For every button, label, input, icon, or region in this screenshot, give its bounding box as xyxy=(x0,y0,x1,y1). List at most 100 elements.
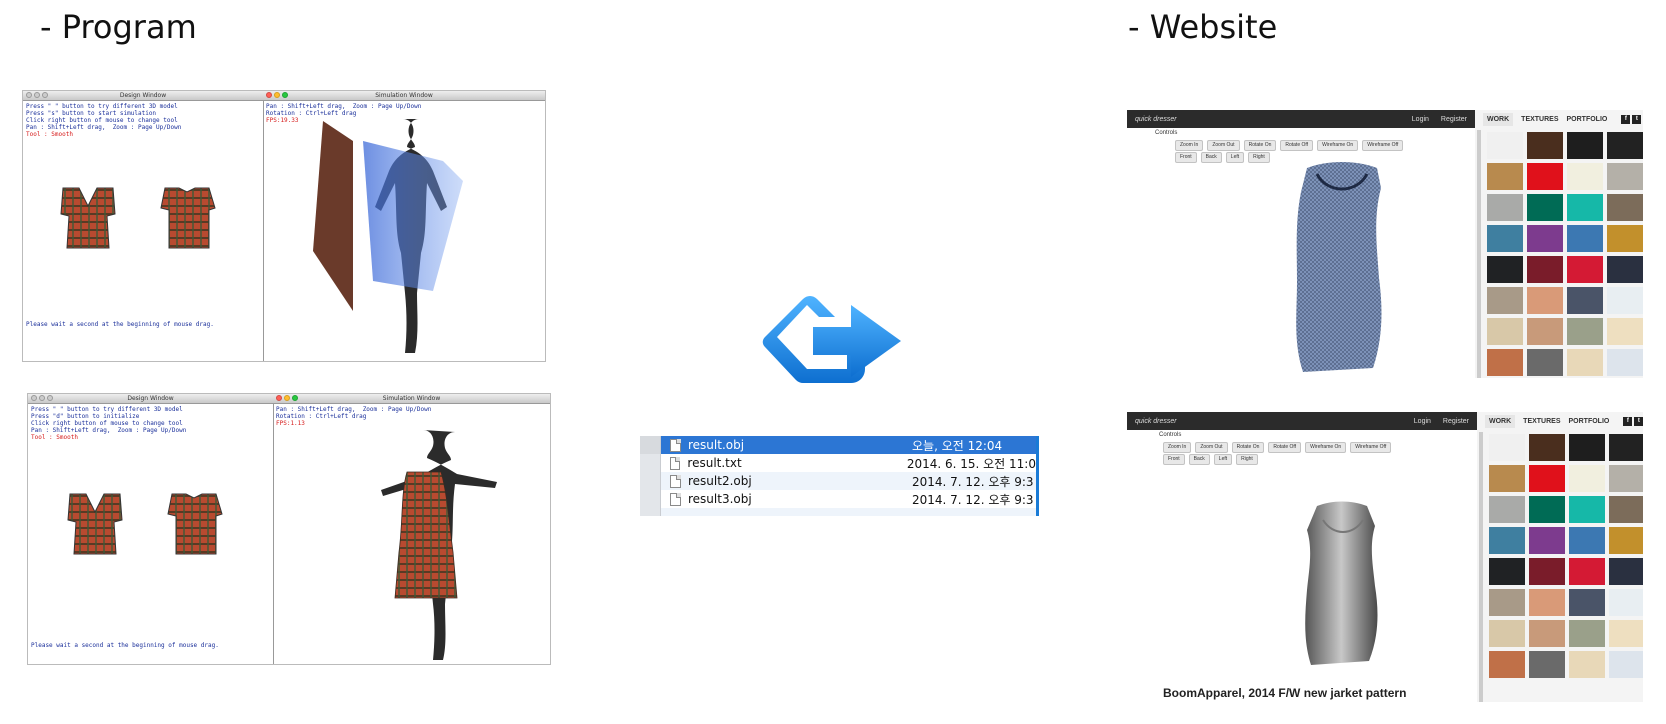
texture-swatch[interactable] xyxy=(1607,163,1643,190)
window-controls[interactable] xyxy=(266,92,288,98)
window-controls[interactable] xyxy=(276,395,298,401)
wireframe-off-button[interactable]: Wireframe Off xyxy=(1362,140,1404,151)
texture-swatch[interactable] xyxy=(1489,589,1525,616)
texture-swatch[interactable] xyxy=(1527,318,1563,345)
simulation-window-titlebar[interactable]: Simulation Window xyxy=(273,394,550,404)
texture-swatch[interactable] xyxy=(1527,132,1563,159)
close-icon[interactable] xyxy=(31,395,37,401)
texture-swatch[interactable] xyxy=(1609,527,1643,554)
pattern-pieces[interactable] xyxy=(60,492,260,562)
pattern-piece-back[interactable] xyxy=(167,493,223,555)
wireframe-on-button[interactable]: Wireframe On xyxy=(1317,140,1359,151)
texture-swatch[interactable] xyxy=(1567,194,1603,221)
texture-swatch[interactable] xyxy=(1567,132,1603,159)
texture-swatch[interactable] xyxy=(1489,620,1525,647)
texture-swatch[interactable] xyxy=(1529,558,1565,585)
texture-swatch[interactable] xyxy=(1567,318,1603,345)
texture-swatch[interactable] xyxy=(1487,349,1523,376)
texture-swatch[interactable] xyxy=(1607,132,1643,159)
texture-swatch[interactable] xyxy=(1569,558,1605,585)
zoom-icon[interactable] xyxy=(47,395,53,401)
wireframe-dress-model[interactable] xyxy=(1277,158,1397,378)
texture-swatch[interactable] xyxy=(1609,434,1643,461)
texture-swatch[interactable] xyxy=(1487,318,1523,345)
right-view-button[interactable]: Right xyxy=(1236,454,1258,465)
texture-swatch[interactable] xyxy=(1569,589,1605,616)
texture-swatch[interactable] xyxy=(1607,256,1643,283)
texture-swatch[interactable] xyxy=(1567,163,1603,190)
texture-swatch[interactable] xyxy=(1607,194,1643,221)
rotate-off-button[interactable]: Rotate Off xyxy=(1268,442,1302,453)
zoom-icon[interactable] xyxy=(282,92,288,98)
pattern-piece-front[interactable] xyxy=(60,187,116,249)
nav-textures[interactable]: TEXTURES xyxy=(1521,116,1558,123)
file-row-result-obj[interactable]: result.obj 오늘, 오전 12:04 xyxy=(640,436,1036,454)
nav-work[interactable]: WORK xyxy=(1485,414,1516,428)
minimize-icon[interactable] xyxy=(34,92,40,98)
texture-swatch[interactable] xyxy=(1529,651,1565,678)
texture-swatch[interactable] xyxy=(1529,496,1565,523)
site-brand[interactable]: quick dresser xyxy=(1135,116,1177,123)
close-icon[interactable] xyxy=(26,92,32,98)
left-view-button[interactable]: Left xyxy=(1213,454,1233,465)
texture-swatch[interactable] xyxy=(1527,256,1563,283)
nav-portfolio[interactable]: PORTFOLIO xyxy=(1569,418,1610,425)
texture-swatch[interactable] xyxy=(1489,434,1525,461)
texture-swatch[interactable] xyxy=(1567,256,1603,283)
texture-swatch[interactable] xyxy=(1607,225,1643,252)
wireframe-on-button[interactable]: Wireframe On xyxy=(1305,442,1347,453)
texture-swatch[interactable] xyxy=(1609,496,1643,523)
texture-swatch[interactable] xyxy=(1487,256,1523,283)
site-brand[interactable]: quick dresser xyxy=(1135,418,1177,425)
viewer-stage[interactable]: Controls Zoom In Zoom Out Rotate On Rota… xyxy=(1127,430,1477,702)
close-icon[interactable] xyxy=(266,92,272,98)
texture-swatch[interactable] xyxy=(1609,651,1643,678)
zoom-out-button[interactable]: Zoom Out xyxy=(1207,140,1240,151)
facebook-icon[interactable]: f xyxy=(1621,114,1631,124)
rotate-on-button[interactable]: Rotate On xyxy=(1231,442,1265,453)
front-view-button[interactable]: Front xyxy=(1175,152,1197,163)
solid-dress-model[interactable] xyxy=(1287,500,1397,670)
texture-swatch[interactable] xyxy=(1609,558,1643,585)
twitter-icon[interactable]: t xyxy=(1634,416,1643,426)
rotate-on-button[interactable]: Rotate On xyxy=(1243,140,1277,151)
wireframe-off-button[interactable]: Wireframe Off xyxy=(1350,442,1392,453)
texture-swatch[interactable] xyxy=(1527,287,1563,314)
texture-swatch[interactable] xyxy=(1567,287,1603,314)
mannequin-simulation[interactable] xyxy=(323,424,523,664)
nav-portfolio[interactable]: PORTFOLIO xyxy=(1567,116,1608,123)
texture-swatch[interactable] xyxy=(1569,651,1605,678)
texture-swatch[interactable] xyxy=(1569,496,1605,523)
facebook-icon[interactable]: f xyxy=(1623,416,1633,426)
zoom-icon[interactable] xyxy=(42,92,48,98)
minimize-icon[interactable] xyxy=(39,395,45,401)
nav-textures[interactable]: TEXTURES xyxy=(1523,418,1560,425)
texture-swatch[interactable] xyxy=(1527,349,1563,376)
nav-work[interactable]: WORK xyxy=(1483,112,1514,126)
texture-swatch[interactable] xyxy=(1529,620,1565,647)
mannequin-simulation[interactable] xyxy=(293,111,493,356)
texture-swatch[interactable] xyxy=(1489,465,1525,492)
texture-swatch[interactable] xyxy=(1609,620,1643,647)
design-window-titlebar[interactable]: Design Window xyxy=(23,91,263,101)
texture-swatch[interactable] xyxy=(1567,349,1603,376)
texture-swatch[interactable] xyxy=(1569,527,1605,554)
zoom-in-button[interactable]: Zoom In xyxy=(1163,442,1192,453)
close-icon[interactable] xyxy=(276,395,282,401)
login-link[interactable]: Login xyxy=(1414,418,1431,425)
zoom-out-button[interactable]: Zoom Out xyxy=(1195,442,1228,453)
pattern-pieces[interactable] xyxy=(53,186,253,256)
texture-swatch[interactable] xyxy=(1529,465,1565,492)
login-link[interactable]: Login xyxy=(1412,116,1429,123)
texture-swatch[interactable] xyxy=(1607,349,1643,376)
minimize-icon[interactable] xyxy=(274,92,280,98)
texture-swatch[interactable] xyxy=(1487,132,1523,159)
viewer-stage[interactable]: Controls Zoom In Zoom Out Rotate On Rota… xyxy=(1127,128,1475,378)
register-link[interactable]: Register xyxy=(1441,116,1467,123)
texture-swatch[interactable] xyxy=(1569,620,1605,647)
texture-swatch[interactable] xyxy=(1489,527,1525,554)
texture-swatch[interactable] xyxy=(1527,163,1563,190)
texture-swatch[interactable] xyxy=(1489,651,1525,678)
texture-swatch[interactable] xyxy=(1529,589,1565,616)
back-view-button[interactable]: Back xyxy=(1200,152,1222,163)
